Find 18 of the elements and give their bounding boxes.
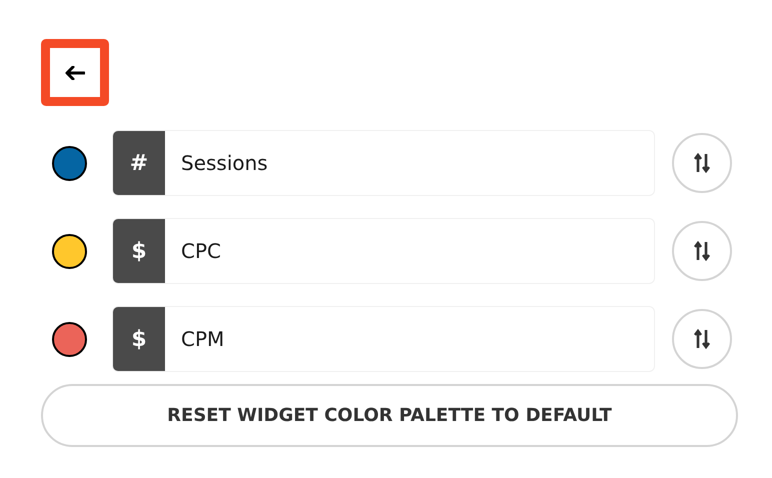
back-arrow-icon xyxy=(65,66,85,80)
metric-field[interactable]: $ CPM xyxy=(112,306,655,372)
color-swatch[interactable] xyxy=(52,234,87,268)
metric-type-label: $ xyxy=(113,307,165,371)
metric-type-label: $ xyxy=(113,219,165,283)
metric-name: CPM xyxy=(180,326,224,353)
metric-name: CPC xyxy=(180,238,221,265)
color-swatch[interactable] xyxy=(52,146,87,180)
color-swatch[interactable] xyxy=(52,322,87,356)
up-down-arrows-icon xyxy=(694,153,710,173)
reset-button[interactable]: RESET WIDGET COLOR PALETTE TO DEFAULT xyxy=(41,384,738,447)
metric-type-label: # xyxy=(113,131,165,195)
metric-field[interactable]: # Sessions xyxy=(112,130,655,196)
metric-name: Sessions xyxy=(180,150,268,177)
up-down-arrows-icon xyxy=(694,329,710,349)
up-down-arrows-icon xyxy=(694,241,710,261)
metric-field[interactable]: $ CPC xyxy=(112,218,655,284)
back-button[interactable] xyxy=(41,39,109,106)
